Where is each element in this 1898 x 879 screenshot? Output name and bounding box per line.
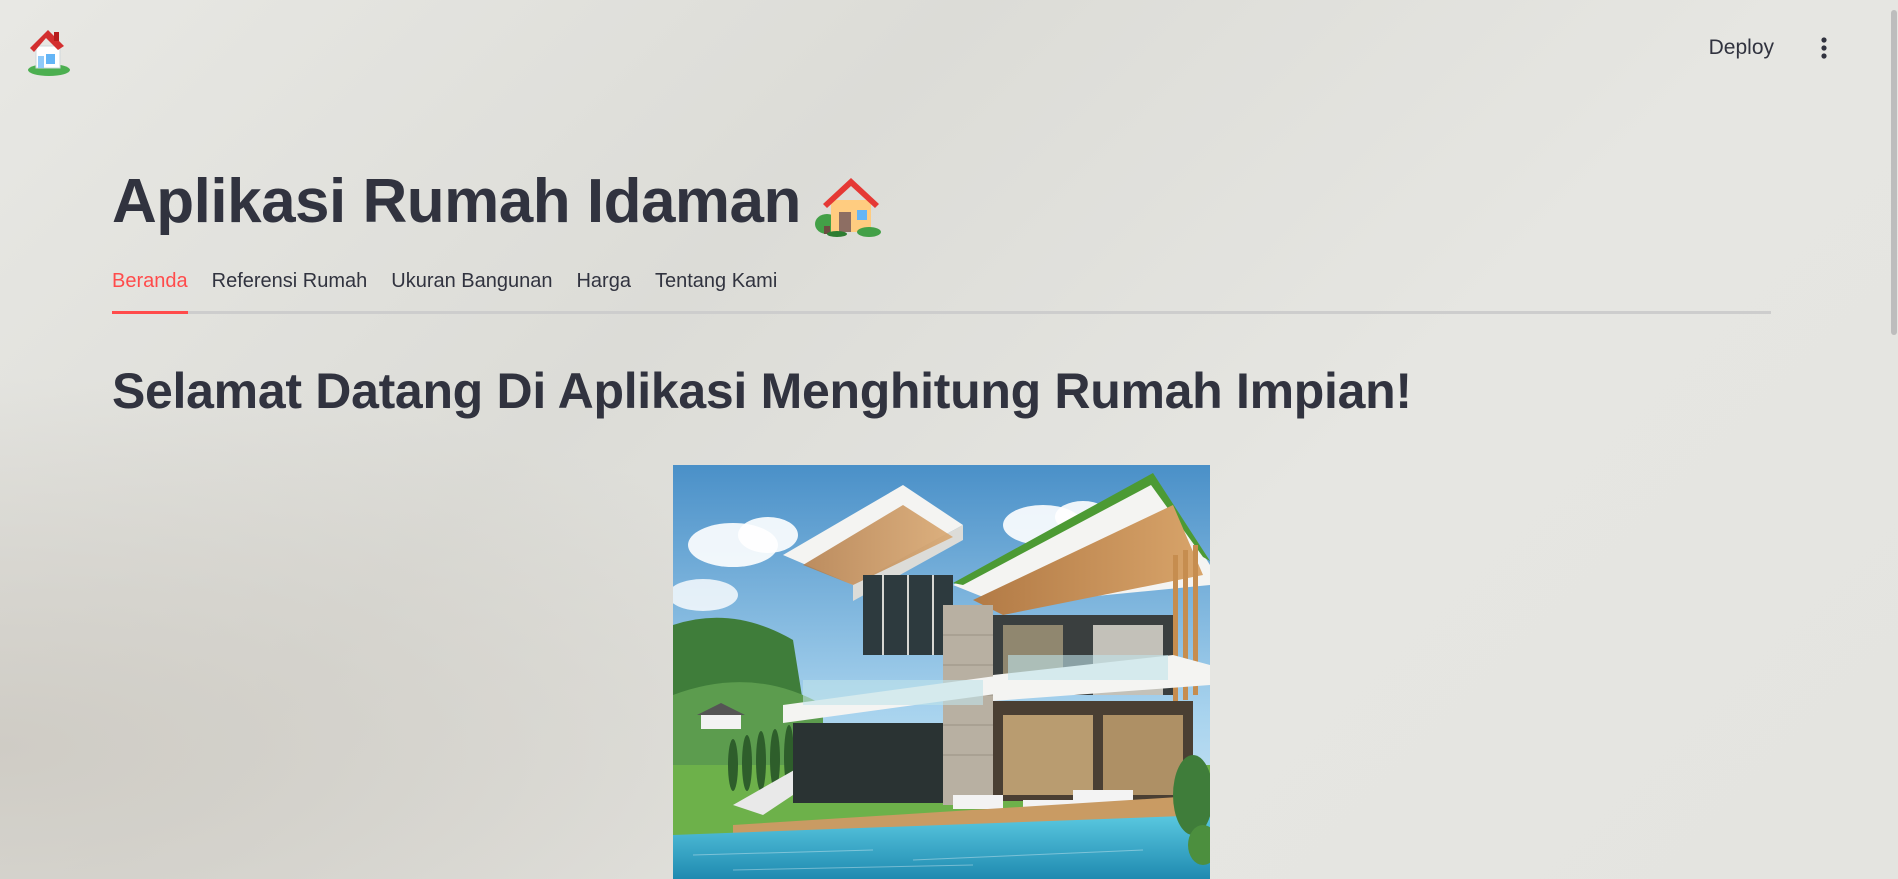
house-with-garden-icon bbox=[813, 172, 883, 238]
tab-beranda[interactable]: Beranda bbox=[112, 270, 188, 314]
page-title: Aplikasi Rumah Idaman bbox=[112, 167, 801, 236]
main-content: Aplikasi Rumah Idaman Beranda Referensi … bbox=[112, 160, 1771, 422]
title-row: Aplikasi Rumah Idaman bbox=[112, 160, 1771, 244]
modern-villa-with-pool-image bbox=[673, 465, 1210, 879]
scrollbar-thumb[interactable] bbox=[1891, 10, 1897, 335]
house-logo-icon[interactable] bbox=[24, 26, 74, 78]
scrollbar[interactable] bbox=[1890, 0, 1898, 879]
tab-harga[interactable]: Harga bbox=[576, 270, 630, 311]
welcome-heading: Selamat Datang Di Aplikasi Menghitung Ru… bbox=[112, 363, 1412, 419]
tab-referensi-rumah[interactable]: Referensi Rumah bbox=[212, 270, 368, 311]
tab-bar: Beranda Referensi Rumah Ukuran Bangunan … bbox=[112, 270, 1771, 314]
vertical-dots-icon[interactable] bbox=[1814, 33, 1834, 63]
tab-ukuran-bangunan[interactable]: Ukuran Bangunan bbox=[391, 270, 552, 311]
tab-tentang-kami[interactable]: Tentang Kami bbox=[655, 270, 777, 311]
deploy-button[interactable]: Deploy bbox=[1699, 30, 1784, 66]
